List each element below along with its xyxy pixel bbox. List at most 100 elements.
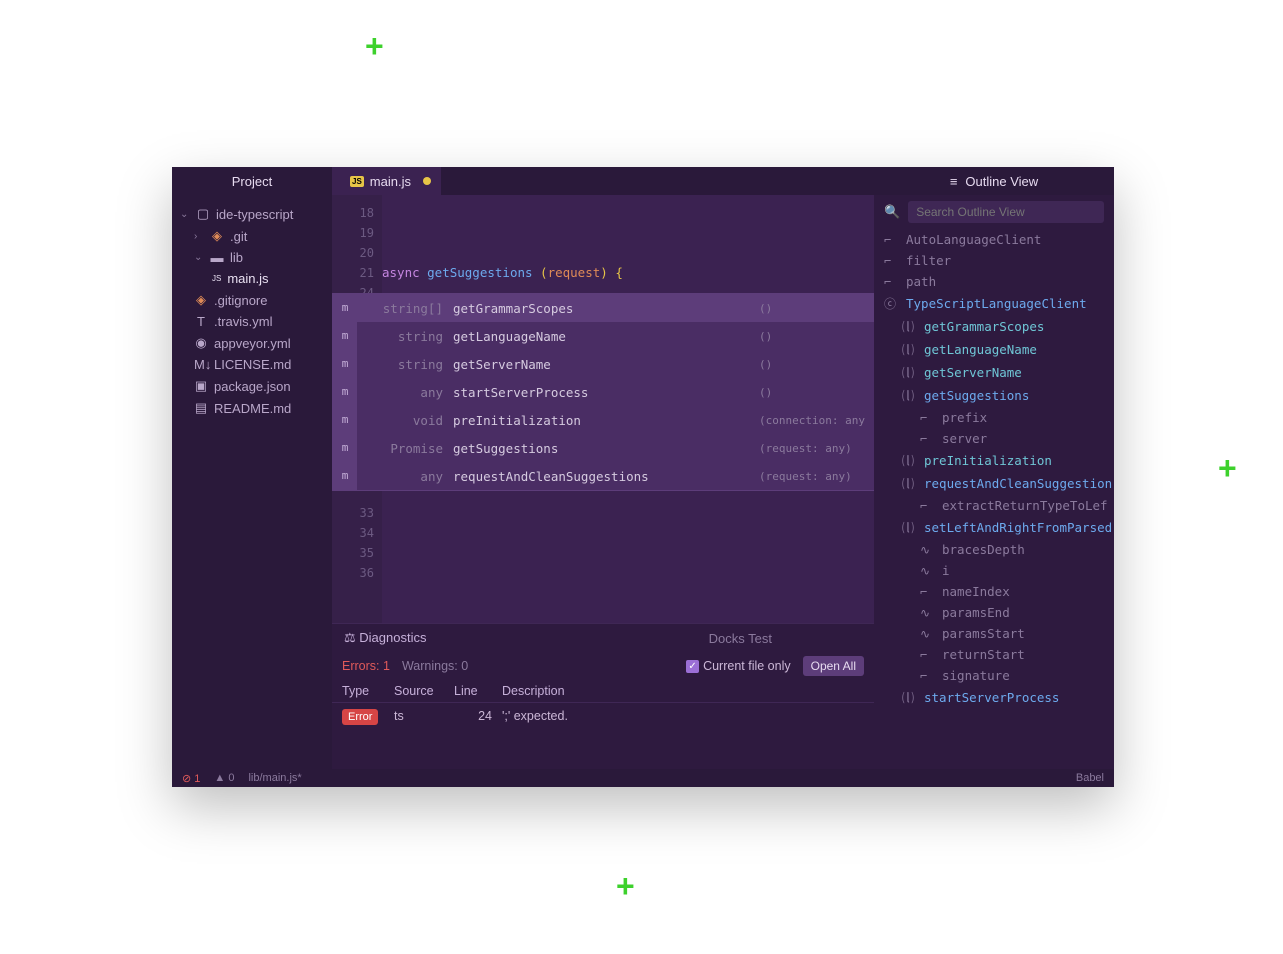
tab-mainjs[interactable]: JS main.js (332, 167, 441, 195)
autocomplete-item[interactable]: m any startServerProcess () (333, 378, 874, 406)
outline-item[interactable]: ⒧ preInitialization (874, 449, 1114, 472)
plus-icon: + (1218, 452, 1237, 484)
project-title: Project (232, 174, 272, 189)
ac-signature: () (759, 330, 874, 343)
autocomplete-item[interactable]: m string getLanguageName () (333, 322, 874, 350)
symbol-icon: ⒧ (902, 689, 916, 706)
tree-file-readme[interactable]: ▤ README.md (172, 397, 332, 419)
current-file-label: Current file only (703, 659, 791, 673)
outline-item[interactable]: ⌐ returnStart (874, 644, 1114, 665)
outline-label: setLeftAndRightFromParsed (924, 520, 1112, 535)
outline-item[interactable]: ⒧ getSuggestions (874, 384, 1114, 407)
diagnostics-tab[interactable]: ⚖ Diagnostics (332, 630, 438, 646)
outline-item[interactable]: ⌐ signature (874, 665, 1114, 686)
chevron-down-icon: ⌄ (194, 252, 204, 263)
tree-folder-lib[interactable]: ⌄ ▬ lib (172, 247, 332, 268)
tree-file-mainjs[interactable]: JS main.js (172, 268, 332, 289)
tree-file-gitignore[interactable]: ◈ .gitignore (172, 289, 332, 311)
outline-item[interactable]: ⌐ extractReturnTypeToLef (874, 495, 1114, 516)
tree-label: appveyor.yml (214, 336, 291, 351)
outline-item[interactable]: ⌐ path (874, 271, 1114, 292)
ac-name: getServerName (453, 357, 759, 372)
outline-label: returnStart (942, 647, 1025, 662)
outline-item[interactable]: ⒧ getLanguageName (874, 338, 1114, 361)
outline-item[interactable]: ⌐ prefix (874, 407, 1114, 428)
outline-label: paramsEnd (942, 605, 1010, 620)
autocomplete-item[interactable]: m string[] getGrammarScopes () (333, 294, 874, 322)
status-file-path[interactable]: lib/main.js* (248, 772, 301, 784)
error-badge: Error (342, 709, 378, 725)
tree-label: ide-typescript (216, 207, 293, 222)
outline-item[interactable]: ⌐ filter (874, 250, 1114, 271)
modified-indicator-icon (423, 177, 431, 185)
autocomplete-popup[interactable]: m string[] getGrammarScopes ()m string g… (332, 293, 874, 491)
outline-label: getLanguageName (924, 342, 1037, 357)
outline-label: i (942, 563, 950, 578)
current-file-checkbox[interactable]: ✓ (686, 660, 699, 673)
tree-folder-git[interactable]: › ◈ .git (172, 225, 332, 247)
symbol-icon: ⒧ (902, 387, 916, 404)
outline-item[interactable]: ⒧ setLeftAndRightFromParsed (874, 516, 1114, 539)
outline-item[interactable]: ⒧ getServerName (874, 361, 1114, 384)
tree-root[interactable]: ⌄ ▢ ide-typescript (172, 203, 332, 225)
open-all-button[interactable]: Open All (803, 656, 864, 676)
ac-signature: (request: any) (759, 442, 874, 455)
outline-item[interactable]: ∿ paramsEnd (874, 602, 1114, 623)
ac-signature: (request: any) (759, 470, 874, 483)
symbol-icon: ⌐ (920, 585, 934, 599)
tree-label: main.js (227, 271, 268, 286)
project-panel-header: Project (172, 167, 332, 195)
outline-label: startServerProcess (924, 690, 1059, 705)
method-icon: m (333, 434, 357, 462)
autocomplete-item[interactable]: m string getServerName () (333, 350, 874, 378)
status-error-count[interactable]: ⊘ 1 (182, 772, 200, 785)
outline-item[interactable]: ⌐ AutoLanguageClient (874, 229, 1114, 250)
autocomplete-item[interactable]: m void preInitialization (connection: an… (333, 406, 874, 434)
folder-icon: ▬ (210, 250, 224, 265)
tree-file-license[interactable]: M↓ LICENSE.md (172, 354, 332, 375)
tree-file-appveyor[interactable]: ◉ appveyor.yml (172, 332, 332, 354)
ac-name: requestAndCleanSuggestions (453, 469, 759, 484)
status-warning-count[interactable]: ▲ 0 (214, 772, 234, 784)
tree-file-travis[interactable]: T .travis.yml (172, 311, 332, 332)
outline-item[interactable]: ⒧ requestAndCleanSuggestion (874, 472, 1114, 495)
outline-label: bracesDepth (942, 542, 1025, 557)
outline-search-input[interactable] (908, 201, 1104, 223)
outline-item[interactable]: ⓒ TypeScriptLanguageClient (874, 292, 1114, 315)
errors-count: Errors: 1 (342, 659, 390, 673)
outline-label: paramsStart (942, 626, 1025, 641)
symbol-icon: ∿ (920, 627, 934, 641)
symbol-icon: ⒧ (902, 475, 916, 492)
outline-item[interactable]: ⌐ nameIndex (874, 581, 1114, 602)
status-language[interactable]: Babel (1076, 772, 1104, 784)
autocomplete-item[interactable]: m Promise getSuggestions (request: any) (333, 434, 874, 462)
diagnostics-row[interactable]: Error ts 24 ';' expected. (332, 703, 874, 729)
tree-label: .git (230, 229, 247, 244)
outline-item[interactable]: ∿ paramsStart (874, 623, 1114, 644)
chevron-down-icon: ⌄ (180, 209, 190, 220)
ac-return-type: any (357, 385, 453, 400)
tree-label: package.json (214, 379, 291, 394)
method-icon: m (333, 322, 357, 350)
outline-item[interactable]: ⒧ startServerProcess (874, 686, 1114, 709)
method-icon: m (333, 294, 357, 322)
docks-test-tab[interactable]: Docks Test (697, 631, 784, 646)
symbol-icon: ⌐ (884, 275, 898, 289)
tree-label: lib (230, 250, 243, 265)
outline-item[interactable]: ∿ bracesDepth (874, 539, 1114, 560)
outline-label: nameIndex (942, 584, 1010, 599)
outline-item[interactable]: ∿ i (874, 560, 1114, 581)
outline-item[interactable]: ⒧ getGrammarScopes (874, 315, 1114, 338)
outline-panel: 🔍 ⌐ AutoLanguageClient⌐ filter⌐ pathⓒ Ty… (874, 195, 1114, 769)
tree-file-package[interactable]: ▣ package.json (172, 375, 332, 397)
method-icon: m (333, 462, 357, 490)
autocomplete-item[interactable]: m any requestAndCleanSuggestions (reques… (333, 462, 874, 490)
book-icon: ▤ (194, 400, 208, 416)
outline-label: signature (942, 668, 1010, 683)
outline-item[interactable]: ⌐ server (874, 428, 1114, 449)
ac-signature: () (759, 302, 874, 315)
editor-pane[interactable]: 18 19 20 21 24 33 34 35 36 async getSugg… (332, 195, 874, 769)
plus-icon: + (616, 870, 635, 902)
outline-label: AutoLanguageClient (906, 232, 1041, 247)
editor-tab-bar: JS main.js (332, 167, 874, 195)
